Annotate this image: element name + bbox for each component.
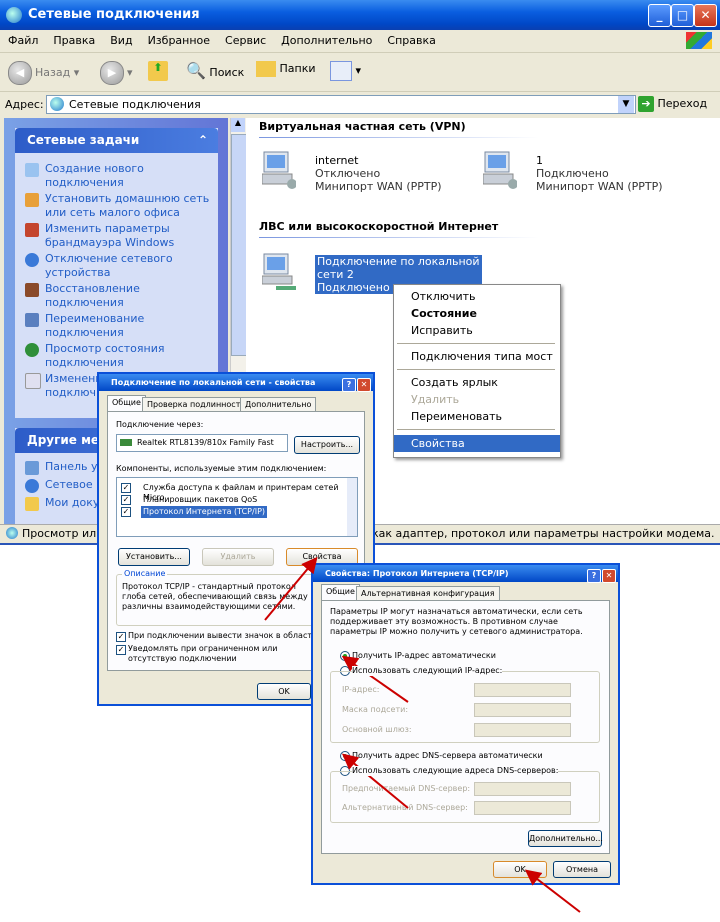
arrow-to-ok — [524, 869, 581, 913]
arrow-to-auto-dns — [341, 753, 409, 809]
annotation-arrows — [264, 556, 581, 913]
arrow-to-auto-ip — [341, 655, 409, 703]
arrow-to-properties — [264, 556, 318, 621]
